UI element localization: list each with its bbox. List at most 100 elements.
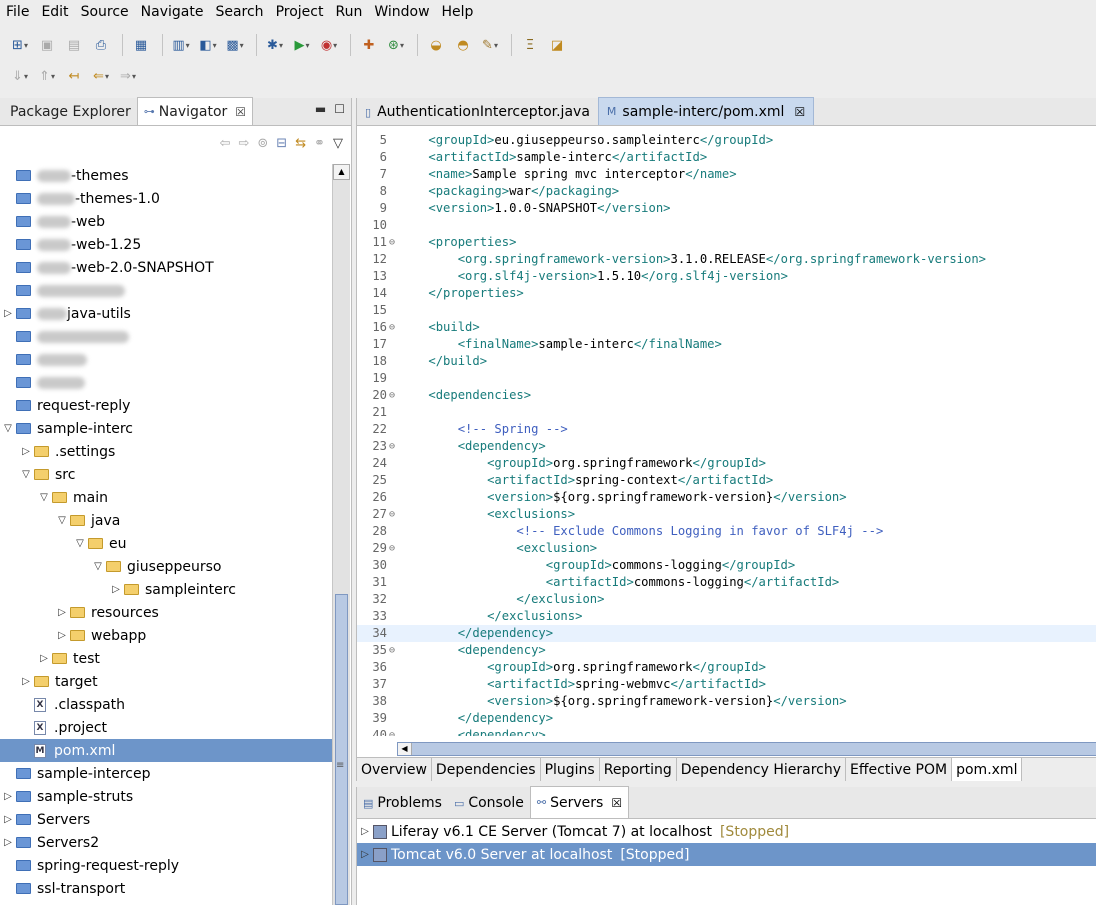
collapsed-arrow-icon[interactable]: ▷ [54,607,70,618]
code-line[interactable]: 33 </exclusions> [357,608,1096,625]
tab-pom-xml[interactable]: Msample-interc/pom.xml ☒ [597,97,815,125]
pom-tab-overview[interactable]: Overview [357,758,432,781]
pom-tab-dependency-hierarchy[interactable]: Dependency Hierarchy [677,758,847,781]
code-line[interactable]: 18 </build> [357,353,1096,370]
collapsed-arrow-icon[interactable]: ▷ [18,446,34,457]
view-menu-icon[interactable]: ▽ [333,136,343,151]
code-editor[interactable]: 5 <groupId>eu.giuseppeurso.sampleinterc<… [357,126,1096,736]
filter-icon[interactable]: ⚭ [314,136,325,151]
collapsed-arrow-icon[interactable]: ▷ [0,837,16,848]
tree-item[interactable]: -themes [0,164,332,187]
menu-search[interactable]: Search [209,0,269,24]
tree-item[interactable]: ▷ resources [0,601,332,624]
fold-toggle-icon[interactable]: ⊖ [389,387,395,404]
server-row[interactable]: ▷ Liferay v6.1 CE Server (Tomcat 7) at lo… [357,820,1096,843]
code-line[interactable]: 8 <packaging>war</packaging> [357,183,1096,200]
tree-item[interactable] [0,371,332,394]
code-line[interactable]: 35 ⊖ <dependency> [357,642,1096,659]
code-line[interactable]: 21 [357,404,1096,421]
tree-item[interactable]: request-reply [0,394,332,417]
code-line[interactable]: 7 <name>Sample spring mvc interceptor</n… [357,166,1096,183]
maximize-icon[interactable]: ☐ [334,102,345,116]
forward-icon[interactable]: ⇨ [238,136,249,151]
code-line[interactable]: 15 [357,302,1096,319]
save-icon[interactable]: ▣ [35,34,59,56]
scroll-thumb[interactable] [335,594,348,905]
collapsed-arrow-icon[interactable]: ▷ [0,791,16,802]
menu-source[interactable]: Source [75,0,135,24]
tab-problems[interactable]: ▤ Problems [357,788,448,818]
pen-icon[interactable]: ✎ ▾ [478,34,502,56]
code-line[interactable]: 29 ⊖ <exclusion> [357,540,1096,557]
coverage-icon[interactable]: ⊛ ▾ [384,34,408,56]
menu-run[interactable]: Run [329,0,368,24]
tree-item[interactable] [0,279,332,302]
link-editor-icon[interactable]: ⇆ [295,136,306,151]
scroll-left-icon[interactable]: ◀ [398,743,412,755]
collapsed-arrow-icon[interactable]: ▷ [357,826,373,837]
tree-item[interactable]: ▽ giuseppeurso [0,555,332,578]
code-line[interactable]: 9 <version>1.0.0-SNAPSHOT</version> [357,200,1096,217]
collapsed-arrow-icon[interactable]: ▷ [0,308,16,319]
code-line[interactable]: 14 </properties> [357,285,1096,302]
close-icon[interactable]: ☒ [235,105,246,119]
menu-help[interactable]: Help [436,0,480,24]
tree-item[interactable] [0,348,332,371]
tree-item[interactable]: ▷ test [0,647,332,670]
code-line[interactable]: 30 <groupId>commons-logging</groupId> [357,557,1096,574]
pom-tab-effective-pom[interactable]: Effective POM [846,758,953,781]
tree-item[interactable]: -web-1.25 [0,233,332,256]
tree-item[interactable]: -web [0,210,332,233]
code-line[interactable]: 16 ⊖ <build> [357,319,1096,336]
tree-item[interactable]: ssl-transport [0,877,332,900]
expanded-arrow-icon[interactable]: ▽ [90,561,106,572]
expanded-arrow-icon[interactable]: ▽ [18,469,34,480]
expanded-arrow-icon[interactable]: ▽ [54,515,70,526]
tree-item[interactable]: X .classpath [0,693,332,716]
back-icon[interactable]: ⇐ ▾ [89,65,113,87]
code-line[interactable]: 25 <artifactId>spring-context</artifactI… [357,472,1096,489]
expanded-arrow-icon[interactable]: ▽ [0,423,16,434]
pom-tab-plugins[interactable]: Plugins [541,758,600,781]
task-icon[interactable]: ◪ [545,34,569,56]
code-line[interactable]: 38 <version>${org.springframework-versio… [357,693,1096,710]
pom-tab-reporting[interactable]: Reporting [600,758,677,781]
external-tools-icon[interactable]: ✚ [357,34,381,56]
tree-item[interactable]: ▷ sampleinterc [0,578,332,601]
expanded-arrow-icon[interactable]: ▽ [36,492,52,503]
menu-navigate[interactable]: Navigate [135,0,210,24]
tree-item[interactable]: ▽ sample-interc [0,417,332,440]
tree-item[interactable]: ▷ .settings [0,440,332,463]
forward-icon[interactable]: ⇒ ▾ [116,65,140,87]
tree-item[interactable]: ▷ java-utils [0,302,332,325]
code-line[interactable]: 22 <!-- Spring --> [357,421,1096,438]
code-line[interactable]: 6 <artifactId>sample-interc</artifactId> [357,149,1096,166]
tree-item[interactable]: ▷ Servers [0,808,332,831]
code-line[interactable]: 19 [357,370,1096,387]
next-annotation-icon[interactable]: ⇓ ▾ [8,65,32,87]
save-all-icon[interactable]: ▤ [62,34,86,56]
fold-toggle-icon[interactable]: ⊖ [389,727,395,736]
tree-item[interactable]: Mpom.xml [0,739,332,762]
code-line[interactable]: 31 <artifactId>commons-logging</artifact… [357,574,1096,591]
collapsed-arrow-icon[interactable]: ▷ [18,676,34,687]
collapsed-arrow-icon[interactable]: ▷ [108,584,124,595]
tab-servers[interactable]: ⚯ Servers ☒ [529,786,630,818]
code-line[interactable]: 20 ⊖ <dependencies> [357,387,1096,404]
tree-item[interactable]: -themes-1.0 [0,187,332,210]
code-line[interactable]: 28 <!-- Exclude Commons Logging in favor… [357,523,1096,540]
collapse-all-icon[interactable]: ⊟ [276,136,287,151]
code-line[interactable]: 40 ⊖ <dependency> [357,727,1096,736]
tab-navigator[interactable]: ⊶ Navigator ☒ [136,97,254,125]
code-line[interactable]: 11 ⊖ <properties> [357,234,1096,251]
code-line[interactable]: 39 </dependency> [357,710,1096,727]
tree-item[interactable]: ▽ eu [0,532,332,555]
fold-toggle-icon[interactable]: ⊖ [389,642,395,659]
horizontal-scrollbar[interactable]: ◀ [397,742,1096,756]
collapsed-arrow-icon[interactable]: ▷ [357,849,373,860]
print-icon[interactable]: ⎙ [89,34,113,56]
tree-item[interactable]: sample-intercep [0,762,332,785]
stop-icon[interactable]: ◉ ▾ [317,34,341,56]
tree-item[interactable]: ▽ java [0,509,332,532]
tree-item[interactable]: X .project [0,716,332,739]
